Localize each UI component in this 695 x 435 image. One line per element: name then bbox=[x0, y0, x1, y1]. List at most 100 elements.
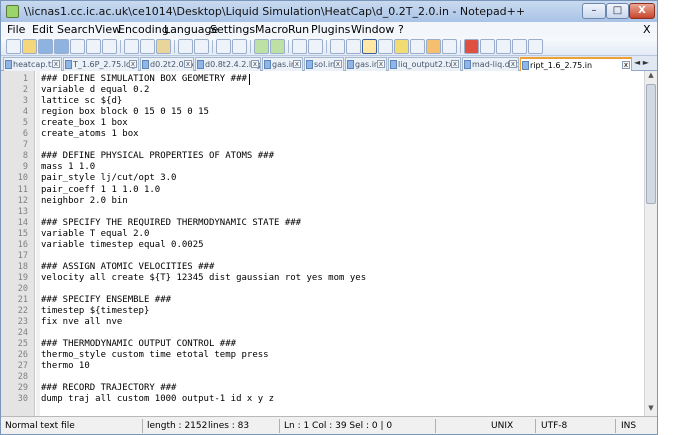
redo-icon[interactable] bbox=[194, 39, 209, 54]
monitor-icon[interactable] bbox=[442, 39, 457, 54]
close-button[interactable]: X bbox=[629, 3, 655, 19]
cut-icon[interactable] bbox=[124, 39, 139, 54]
code-line[interactable]: lattice sc ${d} bbox=[41, 96, 122, 106]
menu-macro[interactable]: Macro bbox=[255, 23, 288, 36]
menu-help[interactable]: ? bbox=[398, 23, 404, 36]
line-number: 18 bbox=[17, 261, 28, 272]
menu-settings[interactable]: Settings bbox=[210, 23, 255, 36]
code-line[interactable]: ### SPECIFY ENSEMBLE ### bbox=[41, 295, 171, 305]
save-all-icon[interactable] bbox=[54, 39, 69, 54]
menu-window[interactable]: Window bbox=[351, 23, 394, 36]
scroll-thumb[interactable] bbox=[646, 84, 656, 204]
code-line[interactable]: variable T equal 2.0 bbox=[41, 229, 149, 239]
menu-file[interactable]: File bbox=[7, 23, 25, 36]
code-line[interactable]: ### DEFINE SIMULATION BOX GEOMETRY ### bbox=[41, 74, 247, 84]
replace-icon[interactable] bbox=[232, 39, 247, 54]
menu-run[interactable]: Run bbox=[288, 23, 309, 36]
tab-close-icon[interactable]: x bbox=[293, 60, 301, 68]
zoom-out-icon[interactable] bbox=[270, 39, 285, 54]
code-line[interactable]: pair_coeff 1 1 1.0 1.0 bbox=[41, 185, 160, 195]
code-line[interactable]: variable timestep equal 0.0025 bbox=[41, 240, 204, 250]
sync-h-icon[interactable] bbox=[308, 39, 323, 54]
code-line[interactable]: create_atoms 1 box bbox=[41, 129, 139, 139]
close-document-button[interactable]: X bbox=[643, 23, 651, 36]
stop-macro-icon[interactable] bbox=[480, 39, 495, 54]
open-file-icon[interactable] bbox=[22, 39, 37, 54]
code-line[interactable]: thermo_style custom time etotal temp pre… bbox=[41, 350, 269, 360]
play-multiple-icon[interactable] bbox=[512, 39, 527, 54]
new-file-icon[interactable] bbox=[6, 39, 21, 54]
tab-heatcap[interactable]: heatcap.txt x bbox=[3, 57, 62, 71]
tab-active-document[interactable]: ript_1.6_2.75.in x bbox=[520, 57, 632, 71]
tab-gas-2[interactable]: gas.in x bbox=[345, 57, 387, 71]
tab-gas-1[interactable]: gas.in x bbox=[262, 57, 303, 71]
menu-plugins[interactable]: Plugins bbox=[311, 23, 350, 36]
print-icon[interactable] bbox=[102, 39, 117, 54]
code-line[interactable]: region box block 0 15 0 15 0 15 bbox=[41, 107, 209, 117]
code-line[interactable]: velocity all create ${T} 12345 dist gaus… bbox=[41, 273, 366, 283]
copy-icon[interactable] bbox=[140, 39, 155, 54]
code-line[interactable]: ### THERMODYNAMIC OUTPUT CONTROL ### bbox=[41, 339, 236, 349]
tab-sol[interactable]: sol.in x bbox=[304, 57, 344, 71]
save-macro-icon[interactable] bbox=[528, 39, 543, 54]
code-line[interactable]: pair_style lj/cut/opt 3.0 bbox=[41, 173, 176, 183]
line-number: 21 bbox=[17, 295, 28, 305]
tab-t16[interactable]: T_1.6P_2.75.log x bbox=[63, 57, 139, 71]
play-macro-icon[interactable] bbox=[496, 39, 511, 54]
save-icon[interactable] bbox=[38, 39, 53, 54]
code-line[interactable]: ### SPECIFY THE REQUIRED THERMODYNAMIC S… bbox=[41, 218, 301, 228]
title-bar[interactable]: \\icnas1.cc.ic.ac.uk\ce1014\Desktop\Liqu… bbox=[1, 1, 657, 22]
document-icon bbox=[390, 60, 397, 69]
tab-scroll-arrows[interactable]: ◄ ► bbox=[634, 58, 649, 67]
function-list-icon[interactable] bbox=[410, 39, 425, 54]
tab-mad-liq[interactable]: mad-liq.dat x bbox=[462, 57, 519, 71]
tab-close-icon[interactable]: x bbox=[622, 61, 630, 69]
undo-icon[interactable] bbox=[178, 39, 193, 54]
folder-icon[interactable] bbox=[426, 39, 441, 54]
line-number: 29 bbox=[17, 383, 28, 394]
code-line[interactable]: ### RECORD TRAJECTORY ### bbox=[41, 383, 176, 393]
code-line[interactable]: timestep ${timestep} bbox=[41, 306, 149, 316]
code-line[interactable]: ### ASSIGN ATOMIC VELOCITIES ### bbox=[41, 262, 214, 272]
scroll-up-icon[interactable]: ▲ bbox=[645, 71, 657, 83]
text-editor[interactable]: 1 ### DEFINE SIMULATION BOX GEOMETRY ### 2… bbox=[1, 71, 657, 416]
code-line[interactable]: ### DEFINE PHYSICAL PROPERTIES OF ATOMS … bbox=[41, 151, 274, 161]
paste-icon[interactable] bbox=[156, 39, 171, 54]
tab-close-icon[interactable]: x bbox=[509, 60, 517, 68]
zoom-in-icon[interactable] bbox=[254, 39, 269, 54]
code-line[interactable]: fix nve all nve bbox=[41, 317, 122, 327]
user-lang-icon[interactable] bbox=[378, 39, 393, 54]
tab-close-icon[interactable]: x bbox=[334, 60, 342, 68]
tab-close-icon[interactable]: x bbox=[377, 60, 385, 68]
tab-close-icon[interactable]: x bbox=[251, 60, 259, 68]
tab-d02t20[interactable]: d0.2t2.0.log x bbox=[140, 57, 194, 71]
tab-close-icon[interactable]: x bbox=[52, 60, 60, 68]
find-icon[interactable] bbox=[216, 39, 231, 54]
tab-close-icon[interactable]: x bbox=[451, 60, 459, 68]
code-line[interactable]: dump traj all custom 1000 output-1 id x … bbox=[41, 394, 274, 404]
menu-search[interactable]: Search bbox=[57, 23, 95, 36]
vertical-scrollbar[interactable]: ▲ ▼ bbox=[644, 71, 657, 416]
tab-d08t24[interactable]: d0.8t2.4.2.log x bbox=[195, 57, 261, 71]
indent-guide-icon[interactable] bbox=[362, 39, 377, 54]
show-all-icon[interactable] bbox=[346, 39, 361, 54]
code-line[interactable]: create_box 1 box bbox=[41, 118, 128, 128]
word-wrap-icon[interactable] bbox=[330, 39, 345, 54]
menu-edit[interactable]: Edit bbox=[32, 23, 53, 36]
close-icon[interactable] bbox=[70, 39, 85, 54]
code-line[interactable]: mass 1 1.0 bbox=[41, 162, 95, 172]
menu-encoding[interactable]: Encoding bbox=[118, 23, 169, 36]
maximize-button[interactable]: □ bbox=[606, 3, 629, 19]
code-line[interactable]: neighbor 2.0 bin bbox=[41, 196, 128, 206]
close-all-icon[interactable] bbox=[86, 39, 101, 54]
tab-close-icon[interactable]: x bbox=[184, 60, 192, 68]
sync-v-icon[interactable] bbox=[292, 39, 307, 54]
scroll-down-icon[interactable]: ▼ bbox=[645, 404, 657, 416]
tab-liq-output2[interactable]: liq_output2.txt x bbox=[388, 57, 461, 71]
tab-close-icon[interactable]: x bbox=[129, 60, 137, 68]
minimize-button[interactable]: – bbox=[582, 3, 606, 19]
code-line[interactable]: variable d equal 0.2 bbox=[41, 85, 149, 95]
record-macro-icon[interactable] bbox=[464, 39, 479, 54]
doc-map-icon[interactable] bbox=[394, 39, 409, 54]
code-line[interactable]: thermo 10 bbox=[41, 361, 90, 371]
